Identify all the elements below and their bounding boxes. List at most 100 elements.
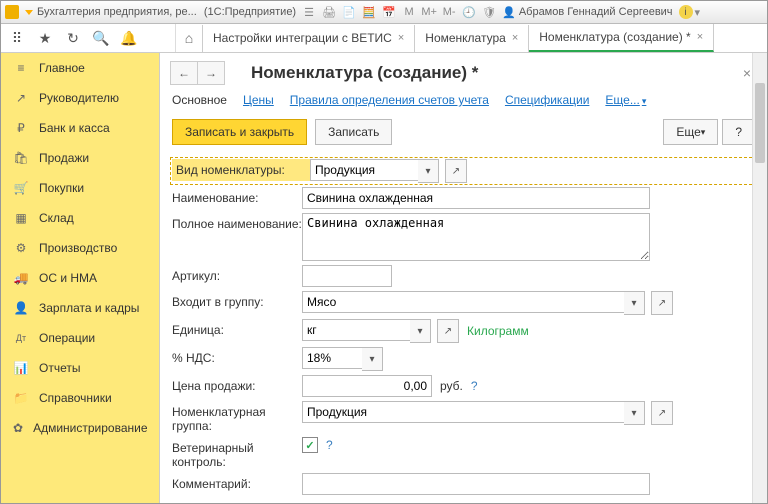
shield-icon[interactable]: 🛡: [482, 5, 496, 19]
scroll-thumb[interactable]: [755, 83, 765, 163]
fullname-input[interactable]: Свинина охлажденная: [302, 213, 650, 261]
info-dd-icon[interactable]: ▾: [695, 6, 701, 19]
sidebar-item-production[interactable]: ⚙Производство: [1, 233, 159, 263]
history-icon[interactable]: ↻: [65, 30, 81, 46]
m-icon[interactable]: M: [402, 5, 416, 19]
open-icon[interactable]: ↗: [651, 291, 673, 315]
subtab-main[interactable]: Основное: [172, 93, 227, 107]
search-icon[interactable]: 🔍: [93, 30, 109, 46]
field-type-row: Вид номенклатуры: ▾ ↗: [172, 159, 755, 183]
dropdown-icon[interactable]: ▾: [410, 319, 431, 343]
name-input[interactable]: [302, 187, 650, 209]
star-icon[interactable]: ★: [37, 30, 53, 46]
chart-icon: ↗: [13, 90, 29, 106]
back-button[interactable]: ←: [170, 61, 198, 85]
secondary-toolbar: ⠿ ★ ↻ 🔍 🔔 ⌂ Настройки интеграции с ВЕТИС…: [1, 24, 767, 53]
save-button[interactable]: Записать: [315, 119, 392, 145]
help-icon[interactable]: ?: [326, 438, 333, 452]
price-suffix: руб.: [440, 379, 463, 393]
cal-icon[interactable]: 📅: [382, 5, 396, 19]
tab-nomenclature[interactable]: Номенклатура×: [415, 25, 529, 52]
sidebar-item-warehouse[interactable]: ▦Склад: [1, 203, 159, 233]
app-icon: [5, 5, 19, 19]
dropdown-icon[interactable]: ▾: [362, 347, 383, 371]
comment-input[interactable]: [302, 473, 650, 495]
sidebar-item-salary[interactable]: 👤Зарплата и кадры: [1, 293, 159, 323]
open-icon[interactable]: ↗: [651, 401, 673, 425]
vet-label: Ветеринарный контроль:: [172, 437, 302, 469]
home-tab[interactable]: ⌂: [176, 25, 203, 52]
unit-input[interactable]: [302, 319, 410, 341]
dropdown-icon[interactable]: ▾: [624, 401, 645, 425]
nomgroup-label: Номенклатурная группа:: [172, 401, 302, 433]
doc-icon[interactable]: 📄: [342, 5, 356, 19]
vat-input[interactable]: [302, 347, 362, 369]
close-icon[interactable]: ×: [697, 31, 703, 43]
bag-icon: 🛍: [13, 150, 29, 166]
sidebar-item-assets[interactable]: 🚚ОС и НМА: [1, 263, 159, 293]
print-icon[interactable]: 🖨: [322, 5, 336, 19]
cart-icon: 🛒: [13, 180, 29, 196]
folder-icon: 📁: [13, 390, 29, 406]
close-icon[interactable]: ×: [398, 32, 404, 44]
user-indicator[interactable]: 👤 Абрамов Геннадий Сергеевич: [502, 6, 672, 19]
save-close-button[interactable]: Записать и закрыть: [172, 119, 307, 145]
price-input[interactable]: [302, 375, 432, 397]
unit-label: Единица:: [172, 319, 302, 337]
help-icon[interactable]: ?: [471, 379, 478, 393]
tab-nomenclature-create[interactable]: Номенклатура (создание) *×: [529, 24, 714, 52]
nomgroup-input[interactable]: [302, 401, 624, 423]
sidebar-item-directories[interactable]: 📁Справочники: [1, 383, 159, 413]
close-icon[interactable]: ×: [512, 32, 518, 44]
page-title: Номенклатура (создание) *: [251, 63, 478, 83]
menu-icon: ≡: [13, 60, 29, 76]
apps-icon[interactable]: ⠿: [9, 30, 25, 46]
calc-icon[interactable]: 🧮: [362, 5, 376, 19]
unit-hint: Килограмм: [467, 324, 529, 338]
sidebar: ≡Главное ↗Руководителю ₽Банк и касса 🛍Пр…: [1, 53, 160, 503]
sidebar-item-purchases[interactable]: 🛒Покупки: [1, 173, 159, 203]
app-menu-icon[interactable]: [25, 10, 33, 15]
sku-input[interactable]: [302, 265, 392, 287]
mplus-icon[interactable]: M+: [422, 5, 436, 19]
fullname-label: Полное наименование:: [172, 213, 302, 231]
tab-vetis[interactable]: Настройки интеграции с ВЕТИС×: [203, 25, 415, 52]
nav-icon[interactable]: ☰: [302, 5, 316, 19]
sidebar-item-operations[interactable]: ДтОперации: [1, 323, 159, 353]
forward-button[interactable]: →: [198, 61, 225, 85]
dropdown-icon[interactable]: ▾: [624, 291, 645, 315]
time-icon[interactable]: 🕘: [462, 5, 476, 19]
dropdown-icon[interactable]: ▾: [418, 159, 439, 183]
ruble-icon: ₽: [13, 120, 29, 136]
subtab-prices[interactable]: Цены: [243, 93, 274, 107]
person-icon: 👤: [13, 300, 29, 316]
vet-checkbox[interactable]: ✓: [302, 437, 318, 453]
sidebar-item-manager[interactable]: ↗Руководителю: [1, 83, 159, 113]
sidebar-item-admin[interactable]: ✿Администрирование: [1, 413, 159, 443]
truck-icon: 🚚: [13, 270, 29, 286]
open-icon[interactable]: ↗: [445, 159, 467, 183]
scrollbar[interactable]: [752, 53, 767, 503]
title-bar: Бухгалтерия предприятия, ре... (1С:Предп…: [1, 1, 767, 24]
more-button[interactable]: Еще ▾: [663, 119, 718, 145]
type-input[interactable]: [310, 159, 418, 181]
subtab-specs[interactable]: Спецификации: [505, 93, 589, 107]
sidebar-item-bank[interactable]: ₽Банк и касса: [1, 113, 159, 143]
comment-label: Комментарий:: [172, 473, 302, 491]
gear-icon: ⚙: [13, 240, 29, 256]
info-icon[interactable]: i: [679, 5, 693, 19]
sidebar-item-main[interactable]: ≡Главное: [1, 53, 159, 83]
open-icon[interactable]: ↗: [437, 319, 459, 343]
bell-icon[interactable]: 🔔: [121, 30, 137, 46]
sidebar-item-reports[interactable]: 📊Отчеты: [1, 353, 159, 383]
subtab-more[interactable]: Еще...: [605, 93, 646, 107]
user-name: Абрамов Геннадий Сергеевич: [519, 6, 673, 18]
mminus-icon[interactable]: M-: [442, 5, 456, 19]
settings-icon: ✿: [13, 420, 23, 436]
help-button[interactable]: ?: [722, 119, 755, 145]
toolbar-icons: ☰ 🖨 📄 🧮 📅 M M+ M- 🕘 🛡: [302, 5, 496, 19]
subtab-accounts[interactable]: Правила определения счетов учета: [290, 93, 489, 107]
user-icon: 👤: [502, 6, 516, 19]
sidebar-item-sales[interactable]: 🛍Продажи: [1, 143, 159, 173]
group-input[interactable]: [302, 291, 624, 313]
